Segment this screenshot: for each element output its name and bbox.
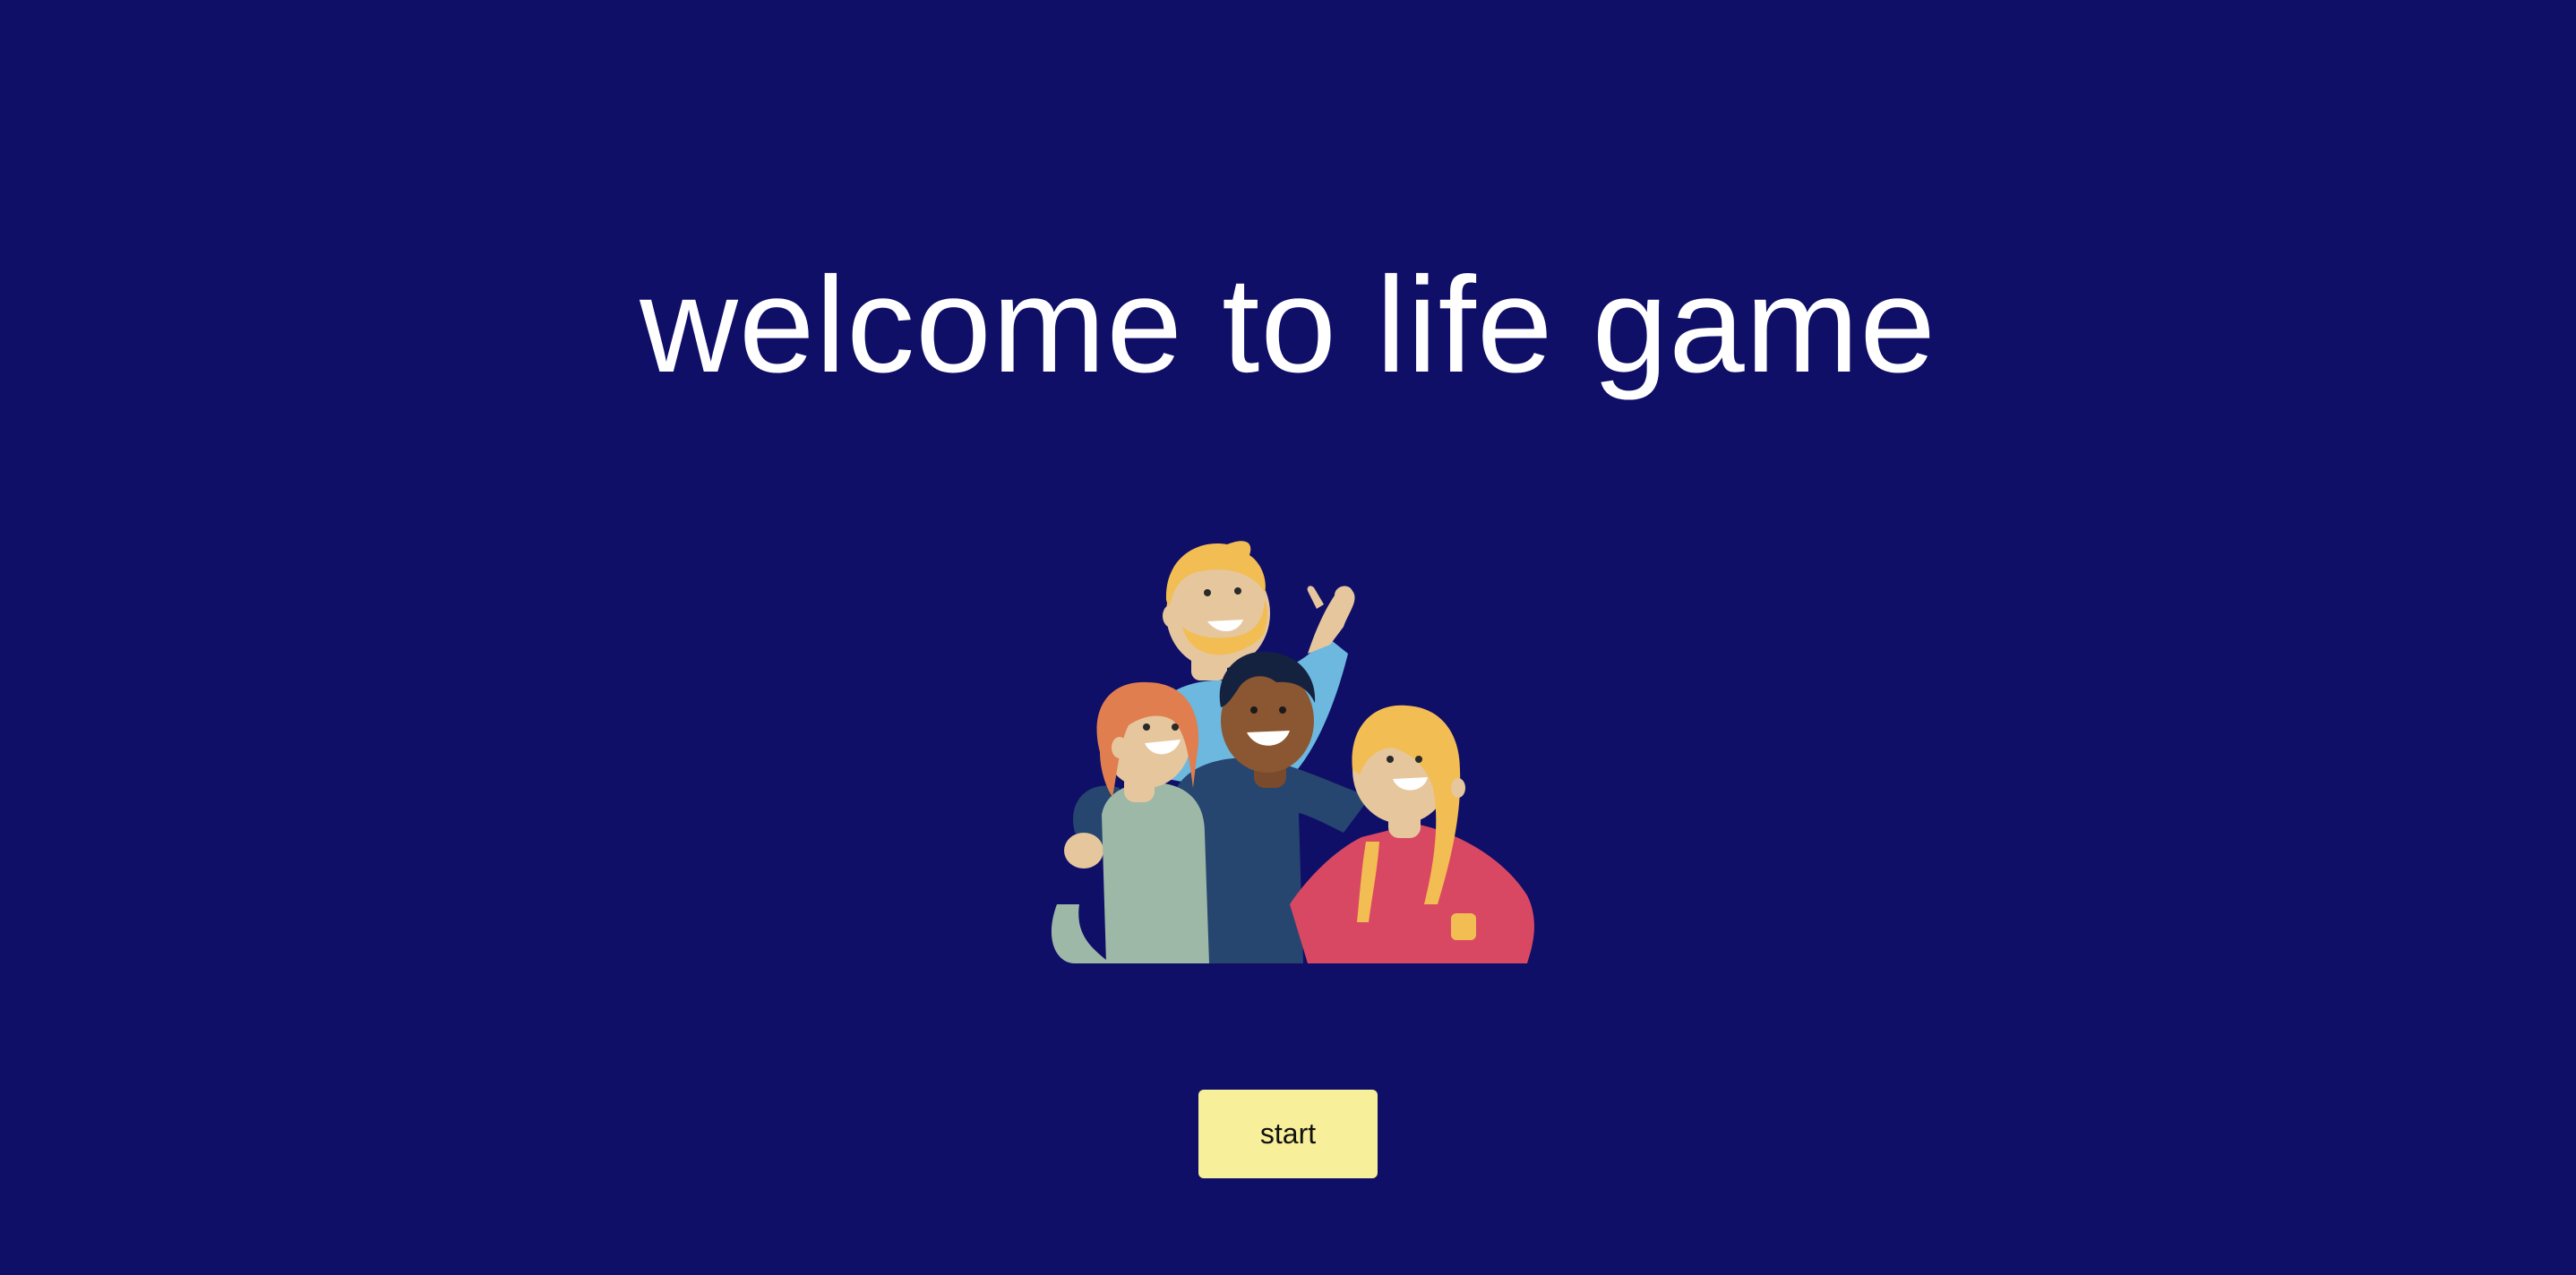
page-title: welcome to life game [640, 249, 1936, 401]
welcome-screen: welcome to life game start [0, 0, 2576, 1275]
group-of-friends-illustration [1051, 541, 1534, 963]
person-right-figure [1290, 705, 1534, 963]
person-left-figure [1051, 681, 1209, 963]
start-button[interactable]: start [1198, 1090, 1378, 1178]
